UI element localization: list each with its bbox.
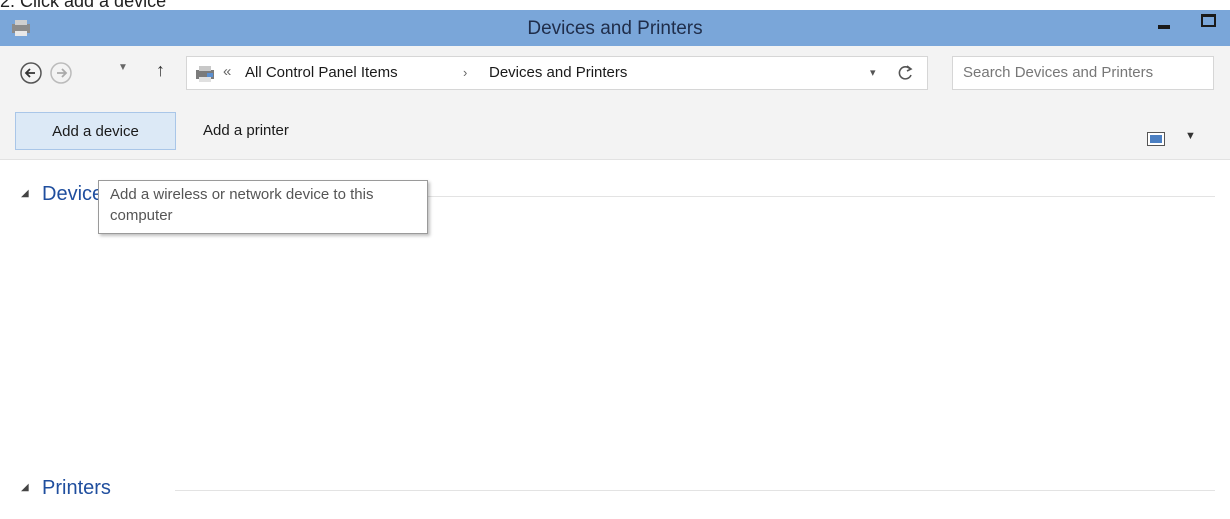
recent-locations-chevron-icon[interactable]: ▼ [118,62,128,73]
refresh-icon[interactable] [895,61,917,85]
printers-group-divider [175,490,1215,491]
breadcrumb-devices-and-printers[interactable]: Devices and Printers [489,64,627,81]
explorer-window: Devices and Printers ▼ ↑ « All Control P… [0,10,1230,519]
back-arrow-icon[interactable] [18,60,44,86]
command-bar: Add a device Add a printer ▼ [0,102,1230,160]
collapse-triangle-icon[interactable]: ◢ [21,188,29,199]
step-caption: 2. Click add a device [0,0,167,11]
breadcrumb-all-control-panel-items[interactable]: All Control Panel Items [245,64,398,81]
navigation-bar: ▼ ↑ « All Control Panel Items › Devices … [0,46,1230,102]
collapse-triangle-icon[interactable]: ◢ [21,482,29,493]
address-dropdown-icon[interactable]: ▾ [870,66,876,79]
title-bar: Devices and Printers [0,10,1230,46]
devices-printers-icon [196,66,214,82]
forward-arrow-icon[interactable] [48,60,74,86]
address-bar[interactable]: « All Control Panel Items › Devices and … [186,56,928,90]
add-printer-button[interactable]: Add a printer [189,112,329,150]
overflow-chevron-icon[interactable]: « [223,63,231,80]
up-arrow-icon[interactable]: ↑ [156,60,165,81]
breadcrumb-separator-icon[interactable]: › [463,65,467,80]
add-device-button[interactable]: Add a device [15,112,176,150]
window-title: Devices and Printers [527,18,703,39]
add-device-tooltip: Add a wireless or network device to this… [98,180,428,234]
maximize-button[interactable] [1196,10,1226,44]
printers-group-header[interactable]: Printers [42,477,111,500]
change-view-icon[interactable] [1147,132,1165,146]
search-placeholder: Search Devices and Printers [963,64,1154,81]
minimize-button[interactable] [1150,10,1180,44]
search-input[interactable]: Search Devices and Printers [952,56,1214,90]
view-dropdown-icon[interactable]: ▼ [1185,130,1196,142]
